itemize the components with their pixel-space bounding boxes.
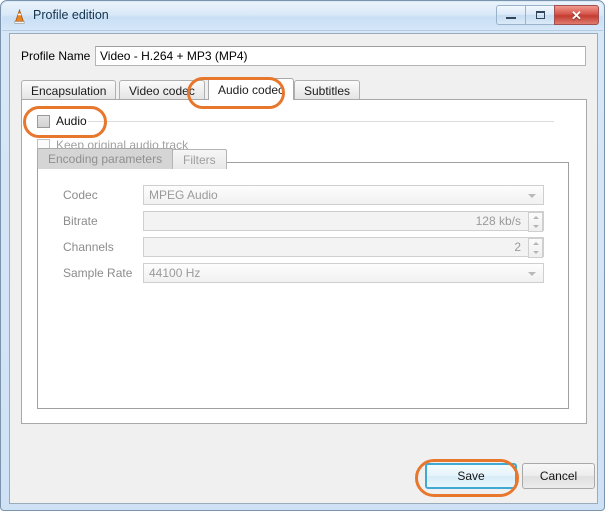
audio-group-separator — [88, 121, 554, 122]
tab-encapsulation[interactable]: Encapsulation — [21, 80, 117, 100]
stepper-up-icon — [532, 242, 539, 245]
window-title: Profile edition — [33, 8, 109, 22]
field-bitrate: Bitrate 128 kb/s — [63, 211, 544, 232]
bitrate-label: Bitrate — [63, 214, 98, 228]
field-sample-rate: Sample Rate 44100 Hz — [63, 263, 544, 283]
chevron-down-icon — [528, 194, 536, 198]
bitrate-stepper[interactable] — [528, 212, 543, 232]
minimize-button[interactable] — [496, 5, 525, 25]
dialog-body: Profile Name Encapsulation Video codec A… — [9, 33, 598, 504]
tab-subtitles[interactable]: Subtitles — [294, 80, 361, 100]
sample-rate-select[interactable]: 44100 Hz — [143, 263, 544, 283]
audio-enable-label: Audio — [56, 114, 87, 128]
field-channels: Channels 2 — [63, 237, 544, 258]
close-button[interactable]: ✕ — [554, 5, 599, 25]
window-controls: ✕ — [496, 5, 599, 26]
audio-enable-checkbox[interactable] — [37, 115, 50, 128]
channels-label: Channels — [63, 240, 114, 254]
close-icon: ✕ — [571, 7, 582, 23]
tab-video-codec[interactable]: Video codec — [119, 80, 205, 100]
save-button[interactable]: Save — [425, 463, 517, 489]
codec-value: MPEG Audio — [149, 188, 218, 202]
field-codec: Codec MPEG Audio — [63, 185, 544, 205]
stepper-down-icon — [532, 251, 539, 254]
codec-select[interactable]: MPEG Audio — [143, 185, 544, 205]
inner-tab-filters[interactable]: Filters — [172, 149, 227, 169]
channels-stepper[interactable] — [528, 238, 543, 258]
profile-name-row: Profile Name — [21, 46, 586, 66]
bitrate-input[interactable]: 128 kb/s — [143, 211, 544, 232]
channels-value: 2 — [514, 240, 521, 254]
tab-audio-codec[interactable]: Audio codec — [208, 78, 295, 100]
profile-name-input[interactable] — [95, 46, 586, 66]
channels-input[interactable]: 2 — [143, 237, 544, 258]
sample-rate-label: Sample Rate — [63, 266, 133, 280]
encoding-tabs: Encoding parameters Filters — [37, 148, 569, 169]
bitrate-value: 128 kb/s — [475, 214, 521, 228]
maximize-button[interactable] — [525, 5, 554, 25]
main-tabs: Encapsulation Video codec Audio codec Su… — [21, 78, 587, 100]
profile-name-label: Profile Name — [21, 49, 91, 63]
codec-label: Codec — [63, 188, 98, 202]
stepper-down-icon — [532, 225, 539, 228]
inner-tab-encoding-parameters[interactable]: Encoding parameters — [37, 148, 174, 169]
minimize-icon — [506, 17, 516, 19]
profile-edition-window: Profile edition ✕ Profile Name Encapsula… — [0, 0, 605, 511]
title-bar: Profile edition ✕ — [2, 2, 603, 31]
encoding-parameters-panel: Codec MPEG Audio Bitrate 128 kb/s Channe… — [37, 162, 569, 409]
maximize-icon — [535, 11, 545, 19]
sample-rate-value: 44100 Hz — [149, 266, 201, 280]
stepper-up-icon — [532, 216, 539, 219]
cancel-button[interactable]: Cancel — [522, 463, 595, 489]
audio-codec-panel: Audio Keep original audio track Encoding… — [21, 99, 587, 424]
vlc-cone-icon — [11, 8, 28, 25]
chevron-down-icon — [528, 272, 536, 276]
